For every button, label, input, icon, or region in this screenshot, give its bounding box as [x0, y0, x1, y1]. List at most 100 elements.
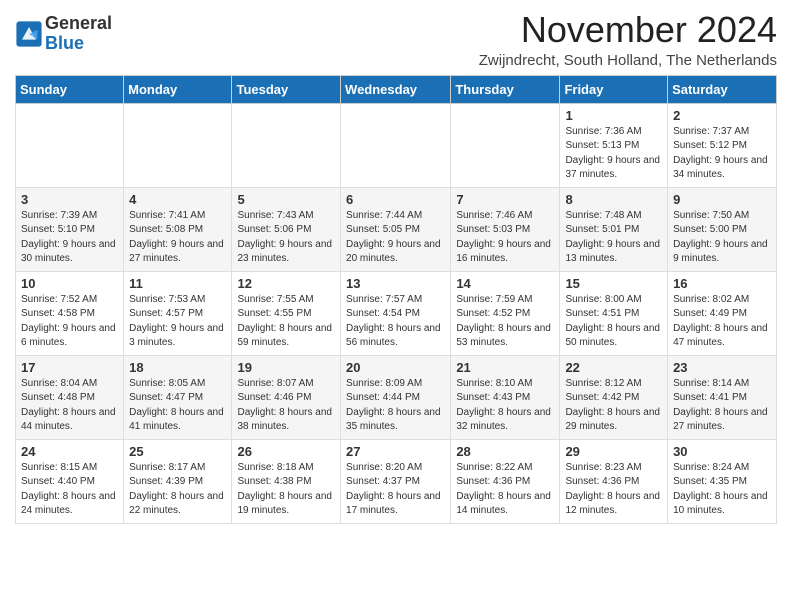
calendar-cell: 7 Sunrise: 7:46 AMSunset: 5:03 PMDaylight… — [451, 187, 560, 271]
calendar-cell: 14 Sunrise: 7:59 AMSunset: 4:52 PMDayligh… — [451, 271, 560, 355]
day-number: 5 — [237, 192, 335, 207]
day-info: Sunrise: 8:04 AMSunset: 4:48 PMDaylight:… — [21, 377, 118, 435]
calendar-cell: 13 Sunrise: 7:57 AMSunset: 4:54 PMDayligh… — [341, 271, 451, 355]
calendar-cell: 23Sunrise: 8:14 AMSunset: 4:41 PMDayligh… — [668, 355, 777, 439]
day-number: 4 — [129, 192, 226, 207]
day-info: Sunrise: 7:36 AMSunset: 5:13 PMDaylight:… — [565, 125, 662, 183]
day-number: 19 — [237, 360, 335, 375]
day-number: 24 — [21, 444, 118, 459]
day-info: Sunrise: 8:02 AMSunset: 4:49 PMDaylight:… — [673, 293, 771, 351]
location-title: Zwijndrecht, South Holland, The Netherla… — [479, 52, 777, 69]
calendar-cell: 18 Sunrise: 8:05 AMSunset: 4:47 PMDayligh… — [124, 355, 232, 439]
calendar-table: SundayMondayTuesdayWednesdayThursdayFrid… — [15, 75, 777, 524]
day-number: 26 — [237, 444, 335, 459]
day-info: Sunrise: 8:12 AMSunset: 4:42 PMDaylight:… — [565, 377, 662, 435]
logo: General Blue — [15, 14, 112, 54]
day-number: 15 — [565, 276, 662, 291]
calendar-header-row: SundayMondayTuesdayWednesdayThursdayFrid… — [16, 75, 777, 103]
day-info: Sunrise: 7:44 AMSunset: 5:05 PMDaylight:… — [346, 209, 445, 267]
day-info: Sunrise: 7:39 AMSunset: 5:10 PMDaylight:… — [21, 209, 118, 267]
logo-text: General Blue — [45, 14, 112, 54]
column-header-friday: Friday — [560, 75, 668, 103]
day-info: Sunrise: 7:50 AMSunset: 5:00 PMDaylight:… — [673, 209, 771, 267]
day-info: Sunrise: 7:46 AMSunset: 5:03 PMDaylight:… — [456, 209, 554, 267]
day-number: 18 — [129, 360, 226, 375]
day-info: Sunrise: 8:10 AMSunset: 4:43 PMDaylight:… — [456, 377, 554, 435]
title-area: November 2024 Zwijndrecht, South Holland… — [479, 10, 777, 69]
calendar-cell: 26 Sunrise: 8:18 AMSunset: 4:38 PMDayligh… — [232, 439, 341, 523]
calendar-week-4: 17 Sunrise: 8:04 AMSunset: 4:48 PMDayligh… — [16, 355, 777, 439]
calendar-cell: 21 Sunrise: 8:10 AMSunset: 4:43 PMDayligh… — [451, 355, 560, 439]
calendar-week-5: 24 Sunrise: 8:15 AMSunset: 4:40 PMDayligh… — [16, 439, 777, 523]
column-header-monday: Monday — [124, 75, 232, 103]
day-info: Sunrise: 8:15 AMSunset: 4:40 PMDaylight:… — [21, 461, 118, 519]
day-info: Sunrise: 8:00 AMSunset: 4:51 PMDaylight:… — [565, 293, 662, 351]
day-number: 10 — [21, 276, 118, 291]
calendar-cell: 19 Sunrise: 8:07 AMSunset: 4:46 PMDayligh… — [232, 355, 341, 439]
month-title: November 2024 — [479, 10, 777, 50]
day-number: 7 — [456, 192, 554, 207]
calendar-cell: 12Sunrise: 7:55 AMSunset: 4:55 PMDayligh… — [232, 271, 341, 355]
calendar-cell: 20Sunrise: 8:09 AMSunset: 4:44 PMDayligh… — [341, 355, 451, 439]
calendar-cell: 15 Sunrise: 8:00 AMSunset: 4:51 PMDayligh… — [560, 271, 668, 355]
day-info: Sunrise: 7:59 AMSunset: 4:52 PMDaylight:… — [456, 293, 554, 351]
day-number: 11 — [129, 276, 226, 291]
calendar-cell: 3 Sunrise: 7:39 AMSunset: 5:10 PMDaylight… — [16, 187, 124, 271]
calendar-cell: 10 Sunrise: 7:52 AMSunset: 4:58 PMDayligh… — [16, 271, 124, 355]
calendar-cell — [232, 103, 341, 187]
calendar-cell: 8 Sunrise: 7:48 AMSunset: 5:01 PMDaylight… — [560, 187, 668, 271]
day-number: 16 — [673, 276, 771, 291]
calendar-cell — [124, 103, 232, 187]
calendar-cell: 6 Sunrise: 7:44 AMSunset: 5:05 PMDaylight… — [341, 187, 451, 271]
day-number: 25 — [129, 444, 226, 459]
day-number: 6 — [346, 192, 445, 207]
calendar-cell — [16, 103, 124, 187]
day-number: 28 — [456, 444, 554, 459]
day-number: 3 — [21, 192, 118, 207]
day-info: Sunrise: 8:18 AMSunset: 4:38 PMDaylight:… — [237, 461, 335, 519]
day-info: Sunrise: 7:57 AMSunset: 4:54 PMDaylight:… — [346, 293, 445, 351]
calendar-cell: 28 Sunrise: 8:22 AMSunset: 4:36 PMDayligh… — [451, 439, 560, 523]
day-number: 13 — [346, 276, 445, 291]
day-number: 8 — [565, 192, 662, 207]
day-info: Sunrise: 7:41 AMSunset: 5:08 PMDaylight:… — [129, 209, 226, 267]
day-number: 9 — [673, 192, 771, 207]
day-number: 30 — [673, 444, 771, 459]
day-info: Sunrise: 7:48 AMSunset: 5:01 PMDaylight:… — [565, 209, 662, 267]
calendar-week-2: 3 Sunrise: 7:39 AMSunset: 5:10 PMDaylight… — [16, 187, 777, 271]
calendar-week-1: 1 Sunrise: 7:36 AMSunset: 5:13 PMDaylight… — [16, 103, 777, 187]
day-info: Sunrise: 7:55 AMSunset: 4:55 PMDaylight:… — [237, 293, 335, 351]
day-info: Sunrise: 8:20 AMSunset: 4:37 PMDaylight:… — [346, 461, 445, 519]
day-number: 21 — [456, 360, 554, 375]
calendar-cell: 27 Sunrise: 8:20 AMSunset: 4:37 PMDayligh… — [341, 439, 451, 523]
day-number: 20 — [346, 360, 445, 375]
logo-icon — [15, 20, 43, 48]
day-number: 2 — [673, 108, 771, 123]
day-info: Sunrise: 8:05 AMSunset: 4:47 PMDaylight:… — [129, 377, 226, 435]
calendar-cell: 1 Sunrise: 7:36 AMSunset: 5:13 PMDaylight… — [560, 103, 668, 187]
calendar-cell: 22 Sunrise: 8:12 AMSunset: 4:42 PMDayligh… — [560, 355, 668, 439]
calendar-cell: 30Sunrise: 8:24 AMSunset: 4:35 PMDayligh… — [668, 439, 777, 523]
calendar-cell: 17 Sunrise: 8:04 AMSunset: 4:48 PMDayligh… — [16, 355, 124, 439]
calendar-cell: 9 Sunrise: 7:50 AMSunset: 5:00 PMDaylight… — [668, 187, 777, 271]
day-number: 27 — [346, 444, 445, 459]
calendar-cell: 11Sunrise: 7:53 AMSunset: 4:57 PMDayligh… — [124, 271, 232, 355]
day-info: Sunrise: 7:52 AMSunset: 4:58 PMDaylight:… — [21, 293, 118, 351]
column-header-saturday: Saturday — [668, 75, 777, 103]
column-header-wednesday: Wednesday — [341, 75, 451, 103]
day-info: Sunrise: 8:14 AMSunset: 4:41 PMDaylight:… — [673, 377, 771, 435]
day-info: Sunrise: 8:07 AMSunset: 4:46 PMDaylight:… — [237, 377, 335, 435]
day-info: Sunrise: 8:22 AMSunset: 4:36 PMDaylight:… — [456, 461, 554, 519]
column-header-tuesday: Tuesday — [232, 75, 341, 103]
column-header-sunday: Sunday — [16, 75, 124, 103]
day-number: 14 — [456, 276, 554, 291]
calendar-cell: 29Sunrise: 8:23 AMSunset: 4:36 PMDayligh… — [560, 439, 668, 523]
day-number: 1 — [565, 108, 662, 123]
day-number: 29 — [565, 444, 662, 459]
calendar-cell — [341, 103, 451, 187]
day-info: Sunrise: 7:43 AMSunset: 5:06 PMDaylight:… — [237, 209, 335, 267]
day-number: 22 — [565, 360, 662, 375]
calendar-cell: 5 Sunrise: 7:43 AMSunset: 5:06 PMDaylight… — [232, 187, 341, 271]
calendar-cell: 16 Sunrise: 8:02 AMSunset: 4:49 PMDayligh… — [668, 271, 777, 355]
day-number: 17 — [21, 360, 118, 375]
